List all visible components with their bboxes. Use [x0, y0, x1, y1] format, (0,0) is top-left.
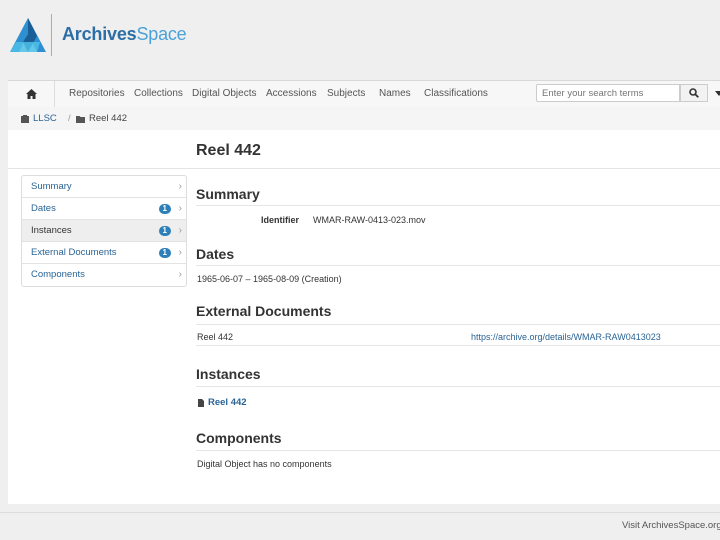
instances-heading: Instances [196, 366, 261, 382]
summary-heading: Summary [196, 186, 260, 202]
nav-item-accessions[interactable]: Accessions [266, 81, 317, 107]
dates-heading: Dates [196, 246, 235, 262]
external-document-title: Reel 442 [197, 332, 234, 342]
record-title: Reel 442 [196, 142, 261, 159]
main-navbar: Repositories Collections Digital Objects… [8, 80, 720, 108]
building-icon [21, 114, 29, 123]
nav-item-subjects[interactable]: Subjects [327, 81, 365, 107]
sidebar-item-label: Summary [31, 181, 72, 192]
components-empty-text: Digital Object has no components [197, 459, 332, 469]
instances-divider [196, 386, 720, 387]
identifier-value: WMAR-RAW-0413-023.mov [313, 215, 426, 225]
nav-item-classifications[interactable]: Classifications [424, 81, 488, 107]
sidebar-item-instances[interactable]: Instances 1 › [22, 220, 186, 242]
sidebar-item-label: External Documents [31, 247, 117, 258]
identifier-label: Identifier [261, 215, 300, 225]
home-button[interactable] [8, 81, 55, 107]
instance-item: Reel 442 [198, 397, 247, 408]
sidebar-item-label: Instances [31, 225, 72, 236]
sidebar-item-components[interactable]: Components › [22, 264, 186, 286]
caret-down-icon [715, 90, 720, 96]
count-badge: 1 [158, 248, 171, 258]
chevron-right-icon: › [178, 269, 182, 280]
external-document-link[interactable]: https://archive.org/details/WMAR-RAW0413… [471, 332, 661, 342]
summary-divider [196, 205, 720, 206]
nav-item-digital-objects[interactable]: Digital Objects [192, 81, 256, 107]
instance-link[interactable]: Reel 442 [208, 397, 247, 408]
breadcrumb: LLSC / Reel 442 [8, 107, 720, 131]
sidebar-item-label: Dates [31, 203, 56, 214]
sidebar-nav: Summary › Dates 1 › Instances 1 › Extern… [21, 175, 187, 287]
file-icon [198, 398, 204, 407]
title-divider [8, 168, 720, 169]
breadcrumb-current-label: Reel 442 [89, 113, 128, 124]
sidebar-item-summary[interactable]: Summary › [22, 176, 186, 198]
search-options-toggle[interactable] [712, 84, 720, 102]
components-heading: Components [196, 430, 282, 446]
search-input[interactable] [536, 84, 680, 102]
logo-divider [51, 14, 52, 56]
search-icon [689, 88, 699, 98]
external-documents-divider [196, 324, 720, 325]
count-badge: 1 [158, 226, 171, 236]
nav-item-names[interactable]: Names [379, 81, 411, 107]
breadcrumb-item-repository[interactable]: LLSC [21, 107, 57, 130]
breadcrumb-repository-label: LLSC [33, 113, 57, 124]
chevron-right-icon: › [178, 181, 182, 192]
breadcrumb-item-current: Reel 442 [76, 107, 127, 130]
breadcrumb-separator: / [68, 113, 71, 124]
folder-icon [76, 115, 85, 123]
home-icon [25, 89, 37, 99]
count-badge: 1 [158, 204, 171, 214]
dates-divider [196, 265, 720, 266]
search-button[interactable] [680, 84, 708, 102]
date-value: 1965-06-07 – 1965-08-09 (Creation) [197, 274, 342, 284]
external-documents-row-divider [196, 345, 720, 346]
nav-item-collections[interactable]: Collections [134, 81, 183, 107]
footer-text[interactable]: Visit ArchivesSpace.org | v [622, 520, 720, 531]
sidebar-item-label: Components [31, 269, 85, 280]
logo-text-bold: Archives [62, 24, 137, 44]
nav-item-repositories[interactable]: Repositories [69, 81, 125, 107]
archivesspace-logo-icon [10, 18, 46, 52]
chevron-right-icon: › [178, 247, 182, 258]
external-documents-heading: External Documents [196, 303, 332, 319]
logo-wordmark[interactable]: ArchivesSpace [62, 24, 187, 45]
chevron-right-icon: › [178, 225, 182, 236]
footer-divider [0, 512, 720, 513]
sidebar-item-dates[interactable]: Dates 1 › [22, 198, 186, 220]
components-divider [196, 450, 720, 451]
sidebar-item-external-documents[interactable]: External Documents 1 › [22, 242, 186, 264]
logo-text-light: Space [136, 24, 187, 44]
record-panel: Reel 442 Summary › Dates 1 › Instances 1… [8, 130, 720, 504]
chevron-right-icon: › [178, 203, 182, 214]
